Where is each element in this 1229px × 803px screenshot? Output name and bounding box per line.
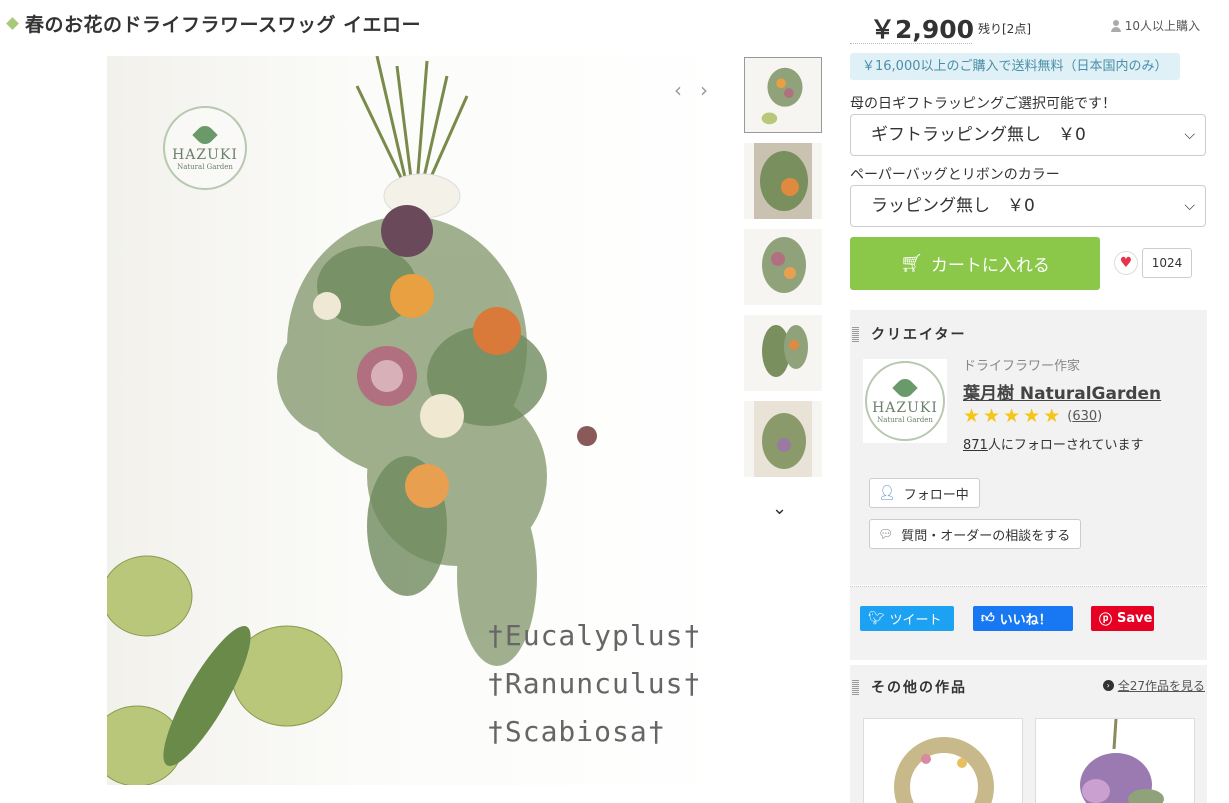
social-share-bar: 🐦︎ ツイート 👍︎ いいね！ ⓟ Save <box>850 586 1207 660</box>
thumbnail-image <box>761 67 803 125</box>
thumbnail-image <box>762 325 808 377</box>
star-icon: ★ <box>1043 405 1061 427</box>
other-works-heading-text: その他の作品 <box>871 680 967 696</box>
review-count[interactable]: (630) <box>1067 409 1102 424</box>
heading-bar <box>852 326 859 342</box>
other-works-section: その他の作品 › 全27作品を見る <box>850 665 1207 803</box>
gift-wrapping-select[interactable]: ギフトラッピング無し ￥0 ⌵ <box>850 114 1206 156</box>
title-row: 春のお花のドライフラワースワッグ イエロー <box>6 10 421 37</box>
person-icon <box>1110 19 1121 32</box>
heading-bar <box>852 679 859 695</box>
pinterest-icon: ⓟ <box>1099 613 1113 628</box>
inquiry-button-label: 質問・オーダーの相談をする <box>901 528 1071 544</box>
other-works-heading: その他の作品 <box>852 677 967 697</box>
product-title: 春のお花のドライフラワースワッグ イエロー <box>25 14 421 36</box>
heart-icon[interactable]: ♥ <box>1114 251 1138 275</box>
main-product-image[interactable]: HAZUKI Natural Garden †Eucalyplus† †Ranu… <box>107 56 733 785</box>
wrap-color-select[interactable]: ラッピング無し ￥0 ⌵ <box>850 185 1206 227</box>
star-icon: ★ <box>1003 405 1021 427</box>
wrap-color-label: ペーパーバッグとリボンのカラー <box>850 167 1060 183</box>
logo-subtext: Natural Garden <box>877 415 933 424</box>
leaf-icon <box>892 374 918 401</box>
creator-avatar[interactable]: HAZUKI Natural Garden <box>863 359 947 443</box>
facebook-like-label: いいね！ <box>999 613 1052 628</box>
like-count: 1024 <box>1142 248 1192 278</box>
thumbnail[interactable] <box>744 229 822 305</box>
creator-heading: クリエイター <box>852 324 966 344</box>
facebook-like-button[interactable]: 👍︎ いいね！ <box>973 606 1073 631</box>
shipping-notice: ￥16,000以上のご購入で送料無料（日本国内のみ） <box>850 53 1180 80</box>
hazuki-logo: HAZUKI Natural Garden <box>163 106 247 190</box>
star-icon: ★ <box>1023 405 1041 427</box>
creator-name-link[interactable]: 葉月樹 NaturalGarden <box>963 379 1161 404</box>
followers-count-link[interactable]: 871 <box>963 438 988 453</box>
divider <box>850 43 972 44</box>
other-work-card[interactable] <box>1035 718 1195 803</box>
latin-line-1: †Eucalyplus† <box>487 619 702 652</box>
chevron-down-icon: ⌵ <box>1184 198 1195 214</box>
chevron-right-circle-icon: › <box>1102 680 1114 691</box>
latin-line-2: †Ranunculus† <box>487 667 702 700</box>
twitter-bird-icon: 🐦︎ <box>868 611 885 626</box>
price-row: ￥2,900 残り[2点] 10人以上購入 <box>850 8 1210 44</box>
pinterest-save-button[interactable]: ⓟ Save <box>1091 606 1154 631</box>
creator-role: ドライフラワー作家 <box>963 359 1081 374</box>
review-count-value[interactable]: 630 <box>1072 409 1097 424</box>
thumbnail-image <box>762 237 806 293</box>
buyers-text: 10人以上購入 <box>1124 19 1200 33</box>
tweet-button[interactable]: 🐦︎ ツイート <box>860 606 954 631</box>
image-nav: ‹ › <box>674 78 708 102</box>
gift-selected-value: ギフトラッピング無し ￥0 <box>871 125 1086 145</box>
chevron-down-icon[interactable]: ⌄ <box>772 498 787 519</box>
thumbnail[interactable] <box>744 401 822 477</box>
followers-text: 871人にフォローされています <box>963 434 1143 453</box>
pinterest-save-label: Save <box>1117 611 1153 626</box>
hazuki-logo: HAZUKI Natural Garden <box>865 361 945 441</box>
see-all-label[interactable]: 全27作品を見る <box>1118 677 1205 694</box>
tweet-label: ツイート <box>889 613 942 628</box>
speech-bubble-icon: 💬︎ <box>878 527 894 541</box>
star-icon: ★ <box>983 405 1001 427</box>
wrap-selected-value: ラッピング無し ￥0 <box>871 196 1035 216</box>
thumbnail[interactable] <box>744 143 822 219</box>
thumbnail[interactable] <box>744 315 822 391</box>
cart-icon: 🛒︎ <box>900 253 923 274</box>
latin-line-3: †Scabiosa† <box>487 715 666 748</box>
diamond-icon <box>6 17 19 30</box>
stock-count: 残り[2点] <box>978 22 1031 36</box>
buyers-count: 10人以上購入 <box>1110 17 1200 34</box>
thumbnail[interactable] <box>744 57 822 133</box>
follow-button-label: フォロー中 <box>903 487 969 503</box>
creator-heading-text: クリエイター <box>871 327 967 343</box>
thumbnail-list <box>744 57 822 487</box>
user-check-icon: 👤︎ <box>878 485 896 501</box>
wreath-thumbnail <box>894 737 994 803</box>
inquiry-button[interactable]: 💬︎ 質問・オーダーの相談をする <box>869 519 1082 549</box>
see-all-link[interactable]: › 全27作品を見る <box>1102 677 1205 694</box>
add-to-cart-button[interactable]: 🛒︎ カートに入れる <box>850 237 1100 290</box>
leaf-icon <box>192 121 218 148</box>
follow-button[interactable]: 👤︎ フォロー中 <box>869 478 980 508</box>
chevron-right-icon[interactable]: › <box>700 78 708 102</box>
logo-text: HAZUKI <box>872 399 938 416</box>
rating-stars: ★ ★ ★ ★ ★ (630) <box>963 405 1102 427</box>
thumbnail-image <box>754 401 812 477</box>
logo-text: HAZUKI <box>172 146 238 163</box>
swag-thumbnail <box>1080 719 1164 803</box>
logo-subtext: Natural Garden <box>177 162 233 171</box>
chevron-left-icon[interactable]: ‹ <box>674 78 682 102</box>
gift-label: 母の日ギフトラッピングご選択可能です！ <box>850 96 1116 112</box>
followers-suffix: 人にフォローされています <box>987 438 1144 453</box>
star-icon: ★ <box>963 405 981 427</box>
chevron-down-icon: ⌵ <box>1184 127 1195 143</box>
price: ￥2,900 <box>870 15 975 44</box>
other-work-card[interactable] <box>863 718 1023 803</box>
thumbnail-image <box>754 143 812 219</box>
thumbs-up-icon: 👍︎ <box>981 611 995 626</box>
creator-section: クリエイター HAZUKI Natural Garden ドライフラワー作家 葉… <box>850 310 1207 585</box>
cart-button-label: カートに入れる <box>930 256 1050 276</box>
